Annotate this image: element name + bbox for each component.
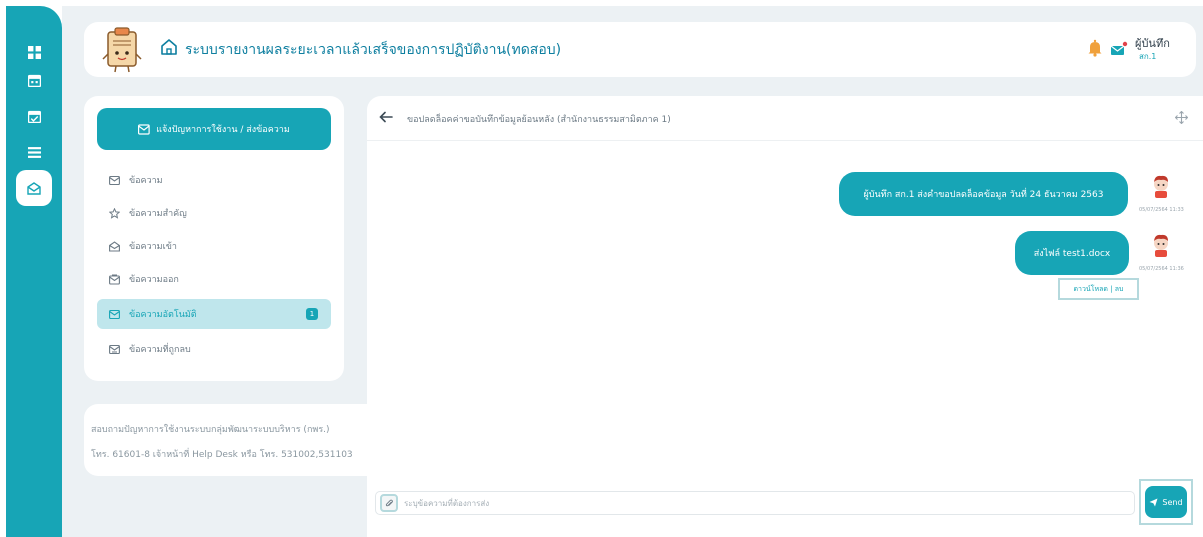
sidebar-item-label: ข้อความที่ถูกลบ <box>129 345 191 355</box>
sidebar-item-outbox[interactable]: ข้อความออก <box>97 264 331 294</box>
chat-title: ขอปลดล็อคค่าขอบันทึกข้อมูลย้อนหลัง (สำนั… <box>407 115 671 125</box>
unread-count-badge: 1 <box>306 308 318 320</box>
sidebar-item-important[interactable]: ข้อความสำคัญ <box>97 198 331 228</box>
nav-rail <box>6 6 62 537</box>
sidebar-item-label: ข้อความ <box>129 176 163 186</box>
sidebar-item-label: ข้อความอัตโนมัติ <box>129 310 197 320</box>
auto-mail-icon <box>109 309 120 319</box>
compose-label: แจ้งปัญหาการใช้งาน / ส่งข้อความ <box>156 125 290 135</box>
message-bubble: ส่งไฟล์ test1.docx <box>1015 231 1129 275</box>
clipboard-mascot-logo <box>102 27 142 73</box>
contact-line-2: โทร. 61601-8 เจ้าหน้าที่ Help Desk หรือ … <box>91 450 353 460</box>
chat-panel: ขอปลดล็อคค่าขอบันทึกข้อมูลย้อนหลัง (สำนั… <box>367 96 1203 537</box>
message-bubble: ผู้บันทึก สก.1 ส่งคำขอปลดล็อคข้อมูล วันท… <box>839 172 1128 216</box>
message-text: ส่งไฟล์ test1.docx <box>1033 249 1111 259</box>
paperclip-icon <box>385 499 393 506</box>
send-icon <box>1149 498 1158 506</box>
helpdesk-contact: สอบถามปัญหาการใช้งานระบบกลุ่มพัฒนาระบบบร… <box>84 404 367 476</box>
attach-button[interactable] <box>380 494 398 512</box>
sidebar-item-label: ข้อความเข้า <box>129 242 177 252</box>
calendar-icon[interactable] <box>22 68 46 92</box>
back-arrow-icon[interactable] <box>379 110 393 124</box>
star-icon <box>109 207 120 219</box>
message-input-bar <box>375 491 1135 515</box>
mail-icon[interactable] <box>16 170 52 206</box>
sidebar-item-label: ข้อความสำคัญ <box>129 209 187 219</box>
calendar-check-icon[interactable] <box>22 104 46 128</box>
move-icon[interactable] <box>1175 111 1188 124</box>
message-time: 05/07/2564 11:36 <box>1139 266 1184 272</box>
contact-line-1: สอบถามปัญหาการใช้งานระบบกลุ่มพัฒนาระบบบร… <box>91 425 330 435</box>
sidebar-item-auto[interactable]: ข้อความอัตโนมัติ 1 <box>97 299 331 329</box>
mail-icon <box>109 175 120 185</box>
top-header: ระบบรายงานผลระยะเวลาแล้วเสร็จของการปฏิบั… <box>84 22 1196 77</box>
outbox-icon <box>109 274 120 285</box>
sidebar-item-messages[interactable]: ข้อความ <box>97 165 331 195</box>
send-button[interactable]: Send <box>1145 486 1187 518</box>
download-delete-link[interactable]: ดาวน์โหลด | ลบ <box>1058 278 1139 300</box>
avatar <box>1154 234 1168 257</box>
notification-bell-icon[interactable] <box>1087 39 1103 57</box>
send-button-frame: Send <box>1139 479 1193 525</box>
message-sidebar: แจ้งปัญหาการใช้งาน / ส่งข้อความ ข้อความ … <box>84 96 344 381</box>
compose-icon <box>138 124 150 135</box>
user-role: สก.1 <box>1139 52 1157 61</box>
app-title: ระบบรายงานผลระยะเวลาแล้วเสร็จของการปฏิบั… <box>185 42 562 58</box>
chat-header: ขอปลดล็อคค่าขอบันทึกข้อมูลย้อนหลัง (สำนั… <box>367 96 1203 141</box>
trash-mail-icon <box>109 344 120 354</box>
mail-notification-icon[interactable] <box>1110 41 1128 56</box>
message-time: 05/07/2564 11:33 <box>1139 207 1184 213</box>
sidebar-item-inbox[interactable]: ข้อความเข้า <box>97 231 331 261</box>
sidebar-item-label: ข้อความออก <box>129 275 179 285</box>
dashboard-icon[interactable] <box>22 40 46 64</box>
send-label: Send <box>1162 497 1183 507</box>
message-text: ผู้บันทึก สก.1 ส่งคำขอปลดล็อคข้อมูล วันท… <box>863 190 1104 200</box>
message-input[interactable] <box>404 495 1104 511</box>
compose-message-button[interactable]: แจ้งปัญหาการใช้งาน / ส่งข้อความ <box>97 108 331 150</box>
avatar <box>1154 175 1168 198</box>
sidebar-item-deleted[interactable]: ข้อความที่ถูกลบ <box>97 334 331 364</box>
list-icon[interactable] <box>22 140 46 164</box>
home-icon[interactable] <box>160 38 178 56</box>
inbox-icon <box>109 240 120 252</box>
